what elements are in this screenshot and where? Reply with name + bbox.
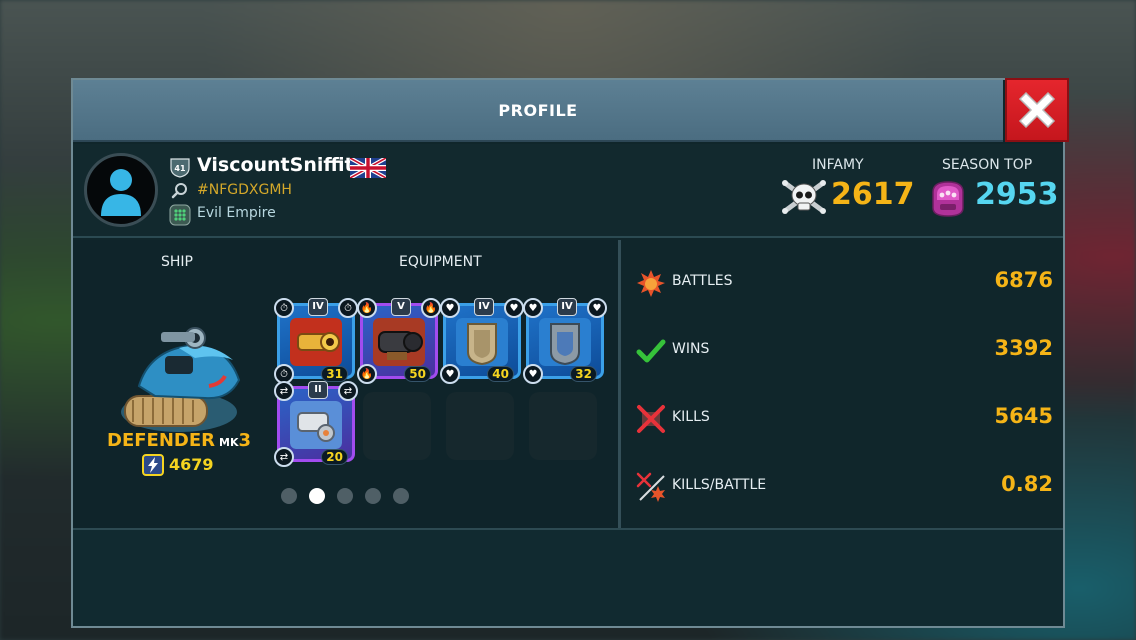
- armor-plate-icon: [456, 318, 508, 366]
- timer-badge-icon: ⏱: [338, 298, 358, 318]
- stat-label: BATTLES: [672, 273, 733, 289]
- close-button[interactable]: [1005, 78, 1069, 142]
- shield-plate-icon: [539, 318, 591, 366]
- page-title: PROFILE: [498, 100, 578, 120]
- card-rank: IV: [474, 298, 494, 316]
- fire-badge-icon: 🔥: [357, 298, 377, 318]
- equipment-card-shield[interactable]: ♥ ♥ ♥ IV 32: [523, 298, 607, 384]
- ship-mk-number: 3: [238, 430, 252, 451]
- infamy-value: 2617: [831, 177, 915, 212]
- power-rating-icon: [142, 454, 164, 476]
- card-level: 32: [570, 366, 597, 382]
- loadout-page-indicator: [281, 488, 409, 504]
- season-trophy-icon: [932, 181, 964, 217]
- equipment-card-turret[interactable]: ⇄ ⇄ ⇄ II 20: [274, 381, 358, 467]
- season-top-value: 2953: [975, 177, 1059, 212]
- stat-label: KILLS: [672, 409, 710, 425]
- ship-name-text: DEFENDER: [107, 430, 215, 451]
- profile-header: PROFILE: [73, 80, 1003, 142]
- page-dot[interactable]: [393, 488, 409, 504]
- page-dot-active[interactable]: [309, 488, 325, 504]
- page-dot[interactable]: [365, 488, 381, 504]
- ship-image[interactable]: [109, 326, 249, 438]
- page-dot[interactable]: [281, 488, 297, 504]
- player-level: 41: [174, 164, 186, 173]
- stat-row-wins: WINS 3392: [624, 314, 1063, 382]
- stat-value: 6876: [994, 268, 1053, 292]
- player-tag[interactable]: #NFGDXGMH: [197, 182, 292, 198]
- ship-power-value: 4679: [169, 455, 214, 474]
- card-rank: V: [391, 298, 411, 316]
- swap-badge-icon: ⇄: [274, 447, 294, 467]
- crossed-swords-icon: [637, 405, 665, 433]
- stat-label: WINS: [672, 341, 710, 357]
- close-icon: [1018, 91, 1056, 129]
- ship-mk-label: MK: [219, 436, 239, 449]
- avatar[interactable]: [84, 153, 158, 227]
- mortar-icon: [373, 318, 425, 366]
- guild-emblem-icon: [169, 204, 191, 226]
- heart-badge-icon: ♥: [440, 364, 460, 384]
- level-shield-icon: 41: [170, 158, 190, 178]
- empty-equipment-slot[interactable]: [446, 392, 514, 460]
- stat-value: 5645: [994, 404, 1053, 428]
- guild-name[interactable]: Evil Empire: [197, 205, 276, 221]
- timer-badge-icon: ⏱: [274, 298, 294, 318]
- card-level: 50: [404, 366, 431, 382]
- infamy-label: INFAMY: [812, 157, 864, 173]
- avatar-silhouette-icon: [101, 169, 141, 216]
- stat-row-kills: KILLS 5645: [624, 382, 1063, 450]
- page-dot[interactable]: [337, 488, 353, 504]
- stat-value: 0.82: [1001, 472, 1053, 496]
- turret-icon: [290, 401, 342, 449]
- card-level: 40: [487, 366, 514, 382]
- stats-section: BATTLES 6876 WINS 3392 KILLS 5645 KILLS/…: [624, 240, 1063, 528]
- skull-crossbones-icon: [782, 180, 826, 214]
- card-rank: IV: [308, 298, 328, 316]
- stat-row-battles: BATTLES 6876: [624, 246, 1063, 314]
- heart-badge-icon: ♥: [523, 364, 543, 384]
- heart-badge-icon: ♥: [523, 298, 543, 318]
- checkmark-icon: [636, 339, 666, 363]
- equipment-card-armor[interactable]: ♥ ♥ ♥ IV 40: [440, 298, 524, 384]
- player-name: ViscountSniffit: [197, 154, 354, 176]
- card-level: 31: [321, 366, 348, 382]
- search-icon: [171, 183, 187, 199]
- equipment-label: EQUIPMENT: [399, 254, 482, 270]
- fire-badge-icon: 🔥: [357, 364, 377, 384]
- player-summary: 41 ViscountSniffit #NFGDXGMH Evil Empire…: [73, 144, 1063, 238]
- swap-badge-icon: ⇄: [338, 381, 358, 401]
- bottom-area: [73, 528, 1063, 626]
- ship-name: DEFENDER MK3: [107, 430, 251, 451]
- loadout-section: SHIP EQUIPMENT DEFENDER MK3 4679 ⏱ ⏱ ⏱ I…: [73, 240, 621, 528]
- card-rank: IV: [557, 298, 577, 316]
- uk-flag-icon: [350, 158, 386, 178]
- ship-label: SHIP: [161, 254, 193, 270]
- stat-label: KILLS/BATTLE: [672, 477, 767, 493]
- equipment-card-cannon[interactable]: ⏱ ⏱ ⏱ IV 31: [274, 298, 358, 384]
- explosion-icon: [637, 270, 665, 297]
- profile-panel: PROFILE 41 ViscountSniffit #NFGDXGMH Evi…: [71, 78, 1069, 628]
- heart-badge-icon: ♥: [504, 298, 524, 318]
- fire-badge-icon: 🔥: [421, 298, 441, 318]
- cannon-icon: [290, 318, 342, 366]
- empty-equipment-slot[interactable]: [363, 392, 431, 460]
- equipment-card-mortar[interactable]: 🔥 🔥 🔥 V 50: [357, 298, 441, 384]
- card-level: 20: [321, 449, 348, 465]
- heart-badge-icon: ♥: [440, 298, 460, 318]
- heart-badge-icon: ♥: [587, 298, 607, 318]
- season-top-label: SEASON TOP: [942, 157, 1033, 173]
- empty-equipment-slot[interactable]: [529, 392, 597, 460]
- stat-row-kills-per-battle: KILLS/BATTLE 0.82: [624, 450, 1063, 518]
- kills-per-battle-icon: [636, 472, 665, 502]
- stat-value: 3392: [994, 336, 1053, 360]
- card-rank: II: [308, 381, 328, 399]
- swap-badge-icon: ⇄: [274, 381, 294, 401]
